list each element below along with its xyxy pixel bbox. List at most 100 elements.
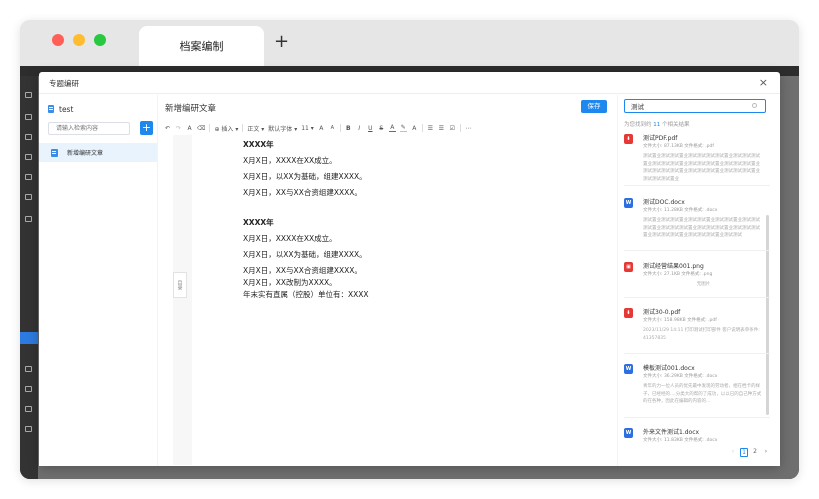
editor-panel: 新增编研文章 保存 ↶ ↷ A ⌫ ⊕ 插入 ▾ 正文 ▾ 默认字体 ▾ 11 … — [158, 95, 617, 466]
result-file-name: 测试PDF.pdf — [643, 135, 678, 142]
paragraph-style-select[interactable]: 正文 ▾ — [247, 124, 264, 133]
outline-label: 目录 — [176, 280, 183, 290]
article-list-panel: test + 新增编研文章 — [39, 95, 157, 466]
insert-label: 插入 — [221, 125, 234, 133]
font-color-icon[interactable]: A — [388, 124, 396, 132]
prev-page-button[interactable]: ‹ — [729, 448, 737, 457]
sidebar-icon — [25, 154, 32, 160]
result-divider — [624, 297, 770, 298]
result-snippet: 测试置业测试测试置业测试测试测试测试置业测试测试测试置业测试测试测试置业测试测试… — [643, 154, 760, 182]
font-size-select[interactable]: 11 ▾ — [301, 125, 314, 132]
next-page-button[interactable]: › — [762, 448, 770, 457]
image-icon: ▣ — [624, 262, 633, 272]
result-file-name: 测试30-0.pdf — [643, 309, 681, 316]
sidebar-icon — [25, 216, 32, 222]
modal-title: 专题编研 — [49, 79, 79, 88]
bullet-list-icon[interactable]: ☰ — [427, 125, 434, 132]
no-image-note: 无图片 — [696, 282, 711, 287]
result-file-meta: 文件大小: 87.13KB 文件格式: .pdf — [643, 144, 714, 149]
app-sidebar — [20, 76, 38, 479]
result-divider — [624, 250, 770, 251]
toolbar-divider — [242, 124, 244, 132]
close-window-button[interactable] — [52, 34, 64, 46]
result-divider — [624, 353, 770, 354]
toolbar-divider — [421, 124, 423, 132]
file-search-input[interactable] — [624, 99, 766, 113]
content-line: X月X日，以XX为基础，组建XXXX。 — [243, 250, 367, 259]
editor-page[interactable]: XXXX年 X月X日，XXXX在XX成立。 X月X日，以XX为基础，组建XXXX… — [192, 135, 609, 465]
outline-toggle[interactable]: 目录 — [173, 272, 187, 298]
sidebar-active-item — [20, 332, 38, 344]
maximize-window-button[interactable] — [94, 34, 106, 46]
save-button[interactable]: 保存 — [581, 100, 607, 113]
font-grow-icon[interactable]: A — [318, 125, 325, 132]
result-file-name: 模板测试001.docx — [643, 365, 695, 372]
task-list-icon[interactable]: ☑ — [449, 125, 456, 132]
result-file-meta: 文件大小: 27.1KB 文件格式: .png — [643, 272, 713, 277]
word-icon: W — [624, 364, 633, 374]
content-line: X月X日，XX改制为XXXX。 — [243, 278, 337, 287]
sidebar-icon — [25, 174, 32, 180]
page-button[interactable]: 1 — [740, 448, 748, 457]
clear-format-icon[interactable]: ⌫ — [197, 125, 205, 132]
pagination: ‹ 1 2 › — [729, 448, 770, 457]
modal-body: test + 新增编研文章 新增编研文章 保存 ↶ ↷ A ⌫ ⊕ 插入 ▾ 正… — [39, 95, 780, 466]
result-snippet: 2023/11/29 14:11 打印测试打印部件 客户说明表单条件: 4135… — [643, 328, 760, 341]
result-divider — [624, 417, 770, 418]
highlight-icon[interactable]: ✎ — [399, 124, 407, 132]
result-count-value: 11 — [653, 122, 661, 128]
search-results-panel: 为您找到约 11 个相关结果 ⬇ 测试PDF.pdf 文件大小: 87.13KB… — [618, 95, 780, 466]
strikethrough-icon[interactable]: S — [378, 125, 385, 132]
result-count-suffix: 个相关结果 — [662, 122, 690, 128]
new-tab-button[interactable]: + — [274, 32, 289, 52]
content-line: XXXX年 — [243, 140, 274, 149]
content-line: XXXX年 — [243, 218, 274, 227]
browser-tab-title: 档案编制 — [179, 40, 224, 53]
sidebar-icon — [25, 92, 32, 98]
editor-canvas: 目录 XXXX年 X月X日，XXXX在XX成立。 X月X日，以XX为基础，组建X… — [173, 135, 609, 465]
toolbar-divider — [209, 124, 211, 132]
more-format-icon[interactable]: A — [411, 125, 418, 132]
redo-icon[interactable]: ↷ — [175, 125, 182, 132]
modal-header: 专题编研 × — [39, 72, 780, 94]
add-article-button[interactable]: + — [140, 121, 153, 135]
editor-toolbar: ↶ ↷ A ⌫ ⊕ 插入 ▾ 正文 ▾ 默认字体 ▾ 11 ▾ A A B I … — [164, 122, 610, 134]
result-file-name: 测试经营结果001.png — [643, 263, 704, 270]
word-icon: W — [624, 428, 633, 438]
article-title: 新增编研文章 — [165, 104, 217, 114]
result-file-meta: 文件大小: 11.28KB 文件格式: .docx — [643, 208, 718, 213]
ordered-list-icon[interactable]: ☰ — [438, 125, 445, 132]
format-painter-icon[interactable]: A — [186, 125, 193, 132]
topic-title: test — [48, 102, 148, 116]
insert-menu[interactable]: ⊕ 插入 ▾ — [214, 124, 238, 133]
more-icon[interactable]: ⋯ — [465, 125, 472, 132]
bold-icon[interactable]: B — [345, 125, 352, 132]
page-button[interactable]: 2 — [751, 448, 759, 457]
content-line: X月X日，XX与XX合资组建XXXX。 — [243, 188, 362, 197]
font-size-value: 11 — [301, 124, 309, 132]
content-line: X月X日，XX与XX合资组建XXXX。 — [243, 266, 362, 275]
italic-icon[interactable]: I — [356, 125, 363, 132]
font-shrink-icon[interactable]: A — [329, 125, 336, 131]
content-line: X月X日，XXXX在XX成立。 — [243, 156, 337, 165]
search-icon[interactable] — [752, 103, 757, 108]
result-file-name: 测试DOC.docx — [643, 199, 685, 206]
article-list-item[interactable]: 新增编研文章 — [39, 143, 157, 162]
sidebar-icon — [25, 406, 32, 412]
browser-tab[interactable]: 档案编制 — [139, 26, 264, 66]
font-family-select[interactable]: 默认字体 ▾ — [268, 124, 297, 133]
underline-icon[interactable]: U — [367, 125, 374, 132]
results-scrollbar[interactable] — [766, 215, 769, 415]
topic-name: test — [59, 104, 74, 114]
undo-icon[interactable]: ↶ — [164, 125, 171, 132]
result-file-meta: 文件大小: 11.83KB 文件格式: .docx — [643, 438, 718, 443]
font-family-value: 默认字体 — [268, 125, 293, 133]
article-search-input[interactable] — [48, 122, 130, 135]
result-count-prefix: 为您找到约 — [624, 122, 652, 128]
sidebar-icon — [25, 114, 32, 120]
pdf-icon: ⬇ — [624, 308, 633, 318]
close-icon[interactable]: × — [759, 76, 768, 89]
word-icon: W — [624, 198, 633, 208]
toolbar-divider — [339, 124, 341, 132]
minimize-window-button[interactable] — [73, 34, 85, 46]
